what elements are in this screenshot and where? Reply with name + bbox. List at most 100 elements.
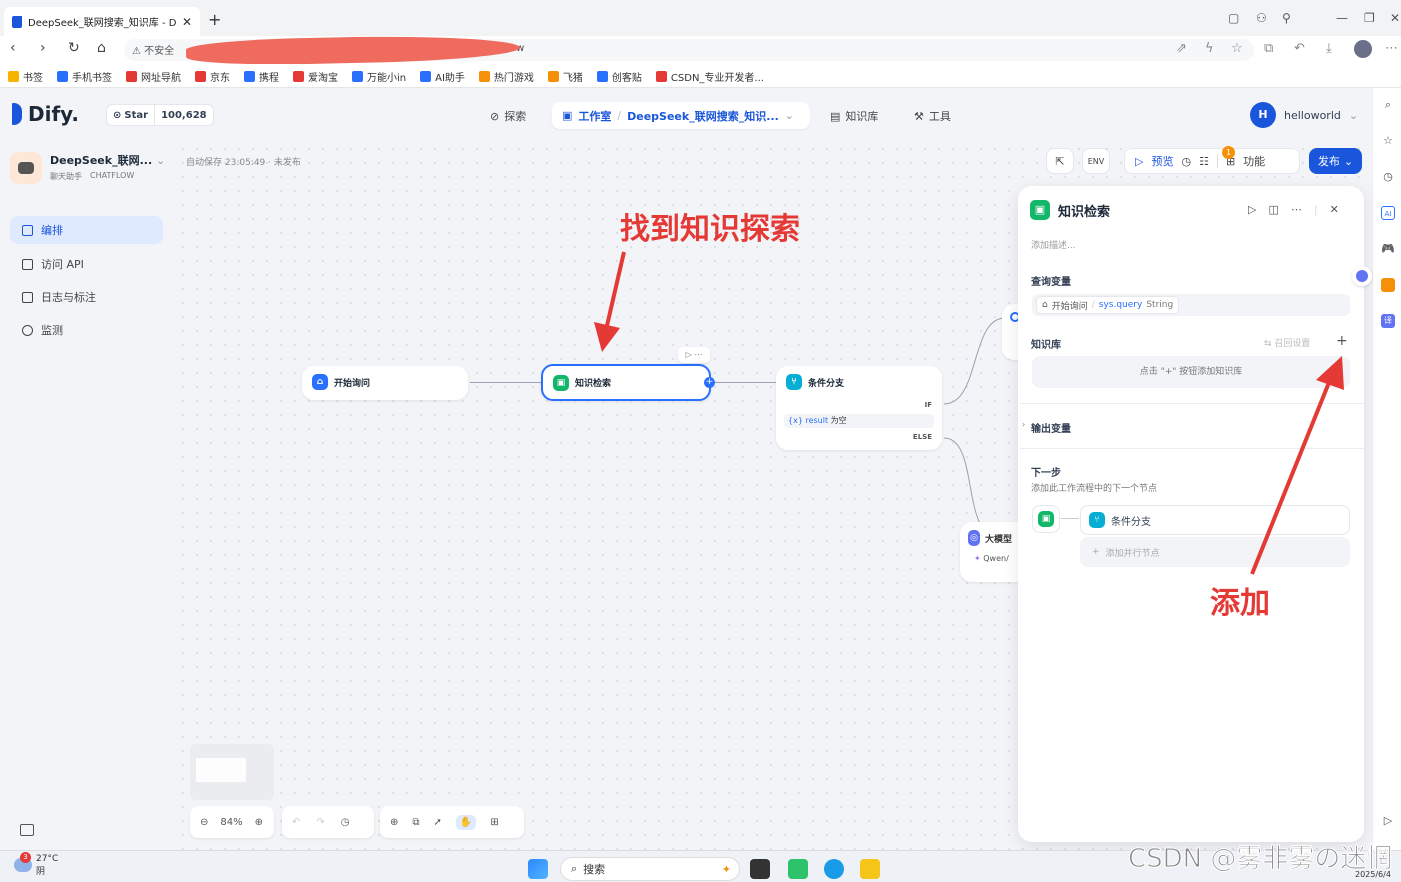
new-tab-icon[interactable]: + xyxy=(208,10,221,29)
bookmark-item[interactable]: 京东 xyxy=(195,69,230,84)
taskbar-app-screen-icon[interactable] xyxy=(788,859,808,879)
forward-icon[interactable]: › xyxy=(40,40,46,56)
back-icon[interactable]: ‹ xyxy=(10,40,16,56)
nav-studio[interactable]: ▣ 工作室 / DeepSeek_联网搜索_知识... ⌄ xyxy=(552,102,810,129)
nav-knowledge[interactable]: ▤ 知识库 xyxy=(830,108,878,124)
taskbar-app-terminal-icon[interactable] xyxy=(750,859,770,879)
close-window-icon[interactable]: ✕ xyxy=(1390,11,1400,25)
bookmark-item[interactable]: 飞猪 xyxy=(547,69,583,84)
nav-explore[interactable]: ⊘ 探索 xyxy=(490,108,526,124)
sidebar-item-api[interactable]: 访问 API xyxy=(10,250,163,278)
query-variable-selector[interactable]: ⌂ 开始询问 / sys.query String xyxy=(1032,294,1350,316)
profile-avatar[interactable] xyxy=(1354,40,1372,58)
chevron-down-icon[interactable]: ⌄ xyxy=(156,154,165,167)
extensions-icon[interactable]: ⧉ xyxy=(1264,41,1273,56)
zoom-out-icon[interactable]: ⊖ xyxy=(200,817,208,828)
undo-icon[interactable]: ↶ xyxy=(292,817,300,828)
sidebar-item-monitor[interactable]: 监测 xyxy=(10,316,163,344)
dify-logo[interactable]: Dify. xyxy=(12,102,79,126)
close-icon[interactable]: ✕ xyxy=(1330,203,1339,216)
app-info-card[interactable]: DeepSeek_联网... ⌄ 聊天助手 CHATFLOW xyxy=(10,152,165,184)
bookmark-item[interactable]: 万能小in xyxy=(352,69,406,84)
window-tabs-icon[interactable]: ▢ xyxy=(1228,11,1239,25)
taskbar-app-browser-icon[interactable] xyxy=(824,859,844,879)
taskbar-search[interactable]: ⌕ 搜索 ✦ xyxy=(560,857,740,881)
node-action-bar[interactable]: ▷ ⋯ xyxy=(678,347,710,363)
split-view-icon[interactable]: ◫ xyxy=(1268,203,1278,216)
node-start[interactable]: ⌂ 开始询问 xyxy=(302,366,468,400)
collapse-sidebar-icon[interactable] xyxy=(20,824,34,836)
layout-icon[interactable]: ⊞ xyxy=(490,817,498,828)
undo-icon[interactable]: ↶ xyxy=(1294,41,1305,56)
features-button[interactable]: 功能 xyxy=(1243,153,1265,169)
bookmark-item[interactable]: 网址导航 xyxy=(126,69,181,84)
translate-bubble[interactable] xyxy=(1352,266,1372,286)
nav-tools[interactable]: ⚒ 工具 xyxy=(914,108,951,124)
canvas-minimap[interactable] xyxy=(190,744,274,800)
node-llm[interactable]: ◎ 大模型 ✦ Qwen/ xyxy=(960,522,1020,582)
version-history-icon[interactable]: ◷ xyxy=(341,817,350,828)
history-button[interactable]: ⇱ xyxy=(1046,148,1074,174)
sidebar-search-icon[interactable]: ⌕ xyxy=(1381,98,1395,112)
home-icon[interactable]: ⌂ xyxy=(97,40,106,56)
publish-button[interactable]: 发布 ⌄ xyxy=(1309,148,1362,174)
chevron-right-icon[interactable]: › xyxy=(1022,420,1025,429)
sidebar-ai-icon[interactable]: AI xyxy=(1381,206,1395,220)
download-icon[interactable]: ⤓ xyxy=(1326,41,1332,56)
windows-start-icon[interactable] xyxy=(528,859,548,879)
bookmark-item[interactable]: 手机书签 xyxy=(57,69,112,84)
tab-close-icon[interactable]: ✕ xyxy=(182,15,192,29)
nav-app-label[interactable]: DeepSeek_联网搜索_知识... xyxy=(627,108,779,124)
more-icon[interactable]: ⋯ xyxy=(1385,41,1398,56)
recall-settings[interactable]: ⇆ 召回设置 xyxy=(1264,336,1310,349)
add-node-handle[interactable]: + xyxy=(704,377,715,388)
more-icon[interactable]: ⋯ xyxy=(1291,203,1302,216)
bookmark-item[interactable]: AI助手 xyxy=(420,69,465,84)
sidebar-translate-icon[interactable]: 译 xyxy=(1381,314,1395,328)
node-if-else[interactable]: ⑂ 条件分支 IF {x} result 为空 ELSE xyxy=(776,366,942,450)
bookmark-item[interactable]: 热门游戏 xyxy=(478,69,534,84)
checklist-icon[interactable]: ☷ xyxy=(1199,155,1209,168)
redo-icon[interactable]: ↷ xyxy=(316,817,324,828)
sidebar-bag-icon[interactable] xyxy=(1381,278,1395,292)
sidebar-history-icon[interactable]: ◷ xyxy=(1381,170,1395,184)
node-knowledge-retrieval[interactable]: ▣ 知识检索 xyxy=(541,364,711,401)
zoom-in-icon[interactable]: ⊕ xyxy=(255,817,263,828)
github-star-badge[interactable]: ⊙ Star 100,628 xyxy=(106,104,214,126)
description-input[interactable]: 添加描述... xyxy=(1031,238,1076,251)
hand-icon[interactable]: ✋ xyxy=(455,814,477,830)
bookmark-item[interactable]: 书签 xyxy=(8,69,43,84)
sidebar-item-logs[interactable]: 日志与标注 xyxy=(10,283,163,311)
zoom-level[interactable]: 84% xyxy=(220,817,242,828)
sidebar-favorite-icon[interactable]: ☆ xyxy=(1381,134,1395,148)
taskbar-app-folder-icon[interactable] xyxy=(860,859,880,879)
pointer-icon[interactable]: ➚ xyxy=(434,817,442,828)
lightning-icon[interactable]: ϟ xyxy=(1205,41,1214,56)
sidebar-collapse-icon[interactable]: ▷ xyxy=(1381,814,1395,828)
weather-widget[interactable]: 3 27°C 阴 xyxy=(14,852,58,877)
play-icon[interactable]: ▷ xyxy=(1135,155,1143,168)
bookmark-item[interactable]: CSDN_专业开发者... xyxy=(655,69,764,84)
chevron-down-icon[interactable]: ⌄ xyxy=(785,109,794,122)
minimize-icon[interactable]: — xyxy=(1336,11,1348,25)
history-icon[interactable]: ◷ xyxy=(1181,155,1191,168)
restore-icon[interactable]: ❐ xyxy=(1364,11,1375,25)
user-menu[interactable]: H helloworld ⌄ xyxy=(1250,102,1358,128)
sidebar-item-orchestrate[interactable]: 编排 xyxy=(10,216,163,244)
share-icon[interactable]: ⇗ xyxy=(1176,41,1187,56)
reload-icon[interactable]: ↻ xyxy=(68,40,80,56)
panel-title[interactable]: 知识检索 xyxy=(1058,201,1110,220)
window-pin-icon[interactable]: ⚲ xyxy=(1282,11,1291,25)
note-icon[interactable]: ⧉ xyxy=(412,817,419,828)
favorite-star-icon[interactable]: ☆ xyxy=(1231,41,1243,56)
bookmark-item[interactable]: 爱淘宝 xyxy=(293,69,338,84)
output-variables-toggle[interactable]: 输出变量 xyxy=(1031,420,1071,435)
add-knowledge-icon[interactable]: + xyxy=(1336,333,1348,349)
add-node-icon[interactable]: ⊕ xyxy=(390,817,398,828)
sidebar-game-icon[interactable]: 🎮 xyxy=(1381,242,1395,256)
window-profile-icon[interactable]: ⚇ xyxy=(1256,11,1267,25)
browser-tab[interactable]: DeepSeek_联网搜索_知识库 - Di ✕ xyxy=(4,7,200,36)
run-icon[interactable]: ▷ xyxy=(1248,203,1256,216)
env-button[interactable]: ENV xyxy=(1082,148,1110,174)
bookmark-item[interactable]: 创客贴 xyxy=(596,69,642,84)
